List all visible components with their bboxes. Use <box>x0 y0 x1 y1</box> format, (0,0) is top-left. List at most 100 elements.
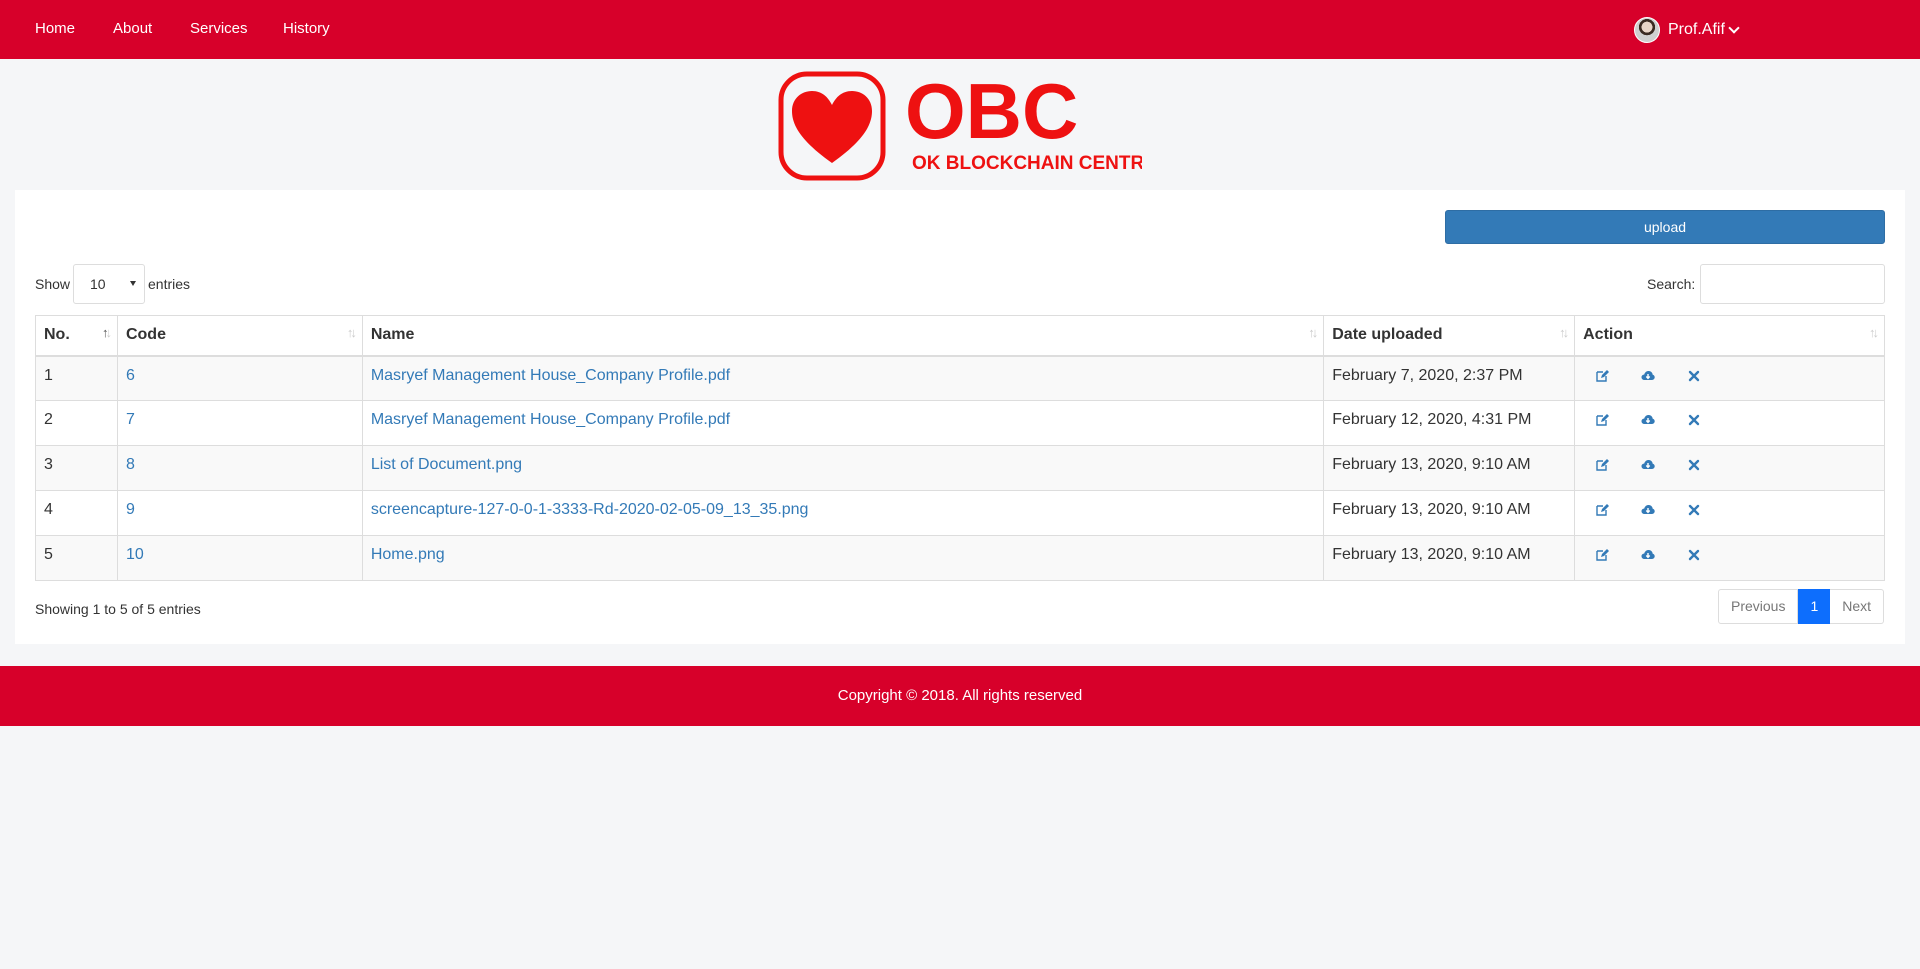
file-name-link-cell: Masryef Management House_Company Profile… <box>361 400 1325 446</box>
upload-button[interactable]: upload <box>1445 210 1885 244</box>
date-uploaded-cell: February 13, 2020, 9:10 AM <box>1323 535 1576 581</box>
documents-table: No. ↑↓ Code ↑↓ Name ↑↓ Date uploaded ↑↓ Acti… <box>35 315 1885 581</box>
header-no[interactable]: No. ↑↓ <box>35 315 118 357</box>
footer: Copyright © 2018. All rights reserved <box>0 666 1920 726</box>
row-number: 1 <box>44 366 53 384</box>
edit-icon[interactable] <box>1595 503 1610 517</box>
row-actions <box>1583 456 1876 472</box>
code-link-cell: 9 <box>116 490 363 536</box>
nav-home[interactable]: Home <box>35 20 75 37</box>
date-uploaded: February 12, 2020, 4:31 PM <box>1332 411 1532 428</box>
search-label: Search: <box>1647 276 1696 292</box>
logo-title: OBC <box>905 71 1078 155</box>
nav-about[interactable]: About <box>113 20 152 37</box>
delete-icon[interactable] <box>1687 458 1701 472</box>
code-link-cell: 6 <box>116 355 363 401</box>
code-link-cell: 8 <box>116 445 363 491</box>
caret-down-icon <box>130 281 136 286</box>
actions-cell <box>1574 355 1885 401</box>
file-name-link[interactable]: List of Document.png <box>371 456 522 473</box>
obc-logo: OBC OK BLOCKCHAIN CENTRE <box>778 71 1142 181</box>
header-action[interactable]: Action ↑↓ <box>1574 315 1885 357</box>
table-header-row: No. ↑↓ Code ↑↓ Name ↑↓ Date uploaded ↑↓ Acti… <box>35 315 1885 357</box>
cloud-download-icon[interactable] <box>1641 413 1655 427</box>
code-link[interactable]: 6 <box>126 367 135 384</box>
file-name-link-cell: Masryef Management House_Company Profile… <box>361 355 1325 401</box>
code-link[interactable]: 8 <box>126 456 135 473</box>
edit-icon[interactable] <box>1595 548 1610 562</box>
row-number-cell: 2 <box>35 400 118 446</box>
table-row: 3 8 List of Document.png February 13, 2020,… <box>35 445 1885 491</box>
cloud-download-icon[interactable] <box>1641 369 1655 383</box>
file-name-link-cell: List of Document.png <box>361 445 1325 491</box>
cloud-download-icon[interactable] <box>1641 458 1655 472</box>
user-menu[interactable]: Prof.Afif <box>1634 16 1740 44</box>
code-link[interactable]: 9 <box>126 501 135 518</box>
code-link-cell: 10 <box>116 535 363 581</box>
nav-services[interactable]: Services <box>190 20 248 37</box>
actions-cell <box>1574 445 1885 491</box>
table-row: 5 10 Home.png February 13, 2020, 9:10 AM <box>35 535 1885 581</box>
row-number: 5 <box>44 546 53 563</box>
table-info: Showing 1 to 5 of 5 entries <box>35 601 201 617</box>
sort-icon: ↑↓ <box>1308 325 1318 340</box>
entries-length-select[interactable]: 10 <box>73 264 145 304</box>
header-name[interactable]: Name ↑↓ <box>361 315 1325 357</box>
row-number: 3 <box>44 456 53 473</box>
heart-icon <box>792 91 872 163</box>
page-1-button[interactable]: 1 <box>1798 589 1831 624</box>
date-uploaded-cell: February 7, 2020, 2:37 PM <box>1323 355 1576 401</box>
table-row: 4 9 screencapture-127-0-0-1-3333-Rd-2020-0… <box>35 490 1885 536</box>
date-uploaded-cell: February 13, 2020, 9:10 AM <box>1323 490 1576 536</box>
pagination: Previous 1 Next <box>1718 589 1885 624</box>
file-name-link-cell: Home.png <box>361 535 1325 581</box>
table-row: 1 6 Masryef Management House_Company Profi… <box>35 355 1885 401</box>
row-number-cell: 3 <box>35 445 118 491</box>
entries-label: entries <box>148 276 191 292</box>
code-link[interactable]: 7 <box>126 411 135 428</box>
header-code[interactable]: Code ↑↓ <box>116 315 363 357</box>
file-name-link[interactable]: Masryef Management House_Company Profile… <box>371 367 730 384</box>
date-uploaded-cell: February 13, 2020, 9:10 AM <box>1323 445 1576 491</box>
file-name-link-cell: screencapture-127-0-0-1-3333-Rd-2020-02-… <box>361 490 1325 536</box>
actions-cell <box>1574 400 1885 446</box>
code-link[interactable]: 10 <box>126 546 144 563</box>
logo-subtitle: OK BLOCKCHAIN CENTRE <box>912 153 1142 174</box>
row-number: 4 <box>44 501 53 518</box>
entries-length-value: 10 <box>90 276 106 292</box>
sort-asc-icon: ↑↓ <box>101 325 112 340</box>
date-uploaded: February 7, 2020, 2:37 PM <box>1332 366 1523 384</box>
cloud-download-icon[interactable] <box>1641 503 1655 517</box>
file-name-link[interactable]: screencapture-127-0-0-1-3333-Rd-2020-02-… <box>371 501 809 518</box>
row-actions <box>1583 501 1876 517</box>
date-uploaded: February 13, 2020, 9:10 AM <box>1332 456 1531 473</box>
row-actions <box>1583 546 1876 562</box>
chevron-down-icon <box>1728 21 1740 34</box>
search-input[interactable] <box>1700 264 1885 304</box>
previous-page-button[interactable]: Previous <box>1718 589 1799 624</box>
delete-icon[interactable] <box>1687 503 1701 517</box>
avatar <box>1634 17 1660 43</box>
nav-history[interactable]: History <box>283 20 330 37</box>
copyright-text: Copyright © 2018. All rights reserved <box>837 687 1083 704</box>
sort-icon: ↑↓ <box>1559 325 1569 340</box>
edit-icon[interactable] <box>1595 458 1610 472</box>
row-number: 2 <box>44 411 53 428</box>
user-name: Prof.Afif <box>1668 21 1725 38</box>
edit-icon[interactable] <box>1595 413 1610 427</box>
code-link-cell: 7 <box>116 400 363 446</box>
delete-icon[interactable] <box>1687 369 1701 383</box>
row-number-cell: 1 <box>35 355 118 401</box>
file-name-link[interactable]: Masryef Management House_Company Profile… <box>371 411 730 428</box>
file-name-link[interactable]: Home.png <box>371 546 445 563</box>
cloud-download-icon[interactable] <box>1641 548 1655 562</box>
actions-cell <box>1574 535 1885 581</box>
next-page-button[interactable]: Next <box>1830 589 1885 624</box>
show-label: Show <box>35 276 71 292</box>
edit-icon[interactable] <box>1595 369 1610 383</box>
header-date-uploaded[interactable]: Date uploaded ↑↓ <box>1323 315 1576 357</box>
delete-icon[interactable] <box>1687 413 1701 427</box>
row-number-cell: 4 <box>35 490 118 536</box>
sort-icon: ↑↓ <box>1869 325 1879 340</box>
delete-icon[interactable] <box>1687 548 1701 562</box>
